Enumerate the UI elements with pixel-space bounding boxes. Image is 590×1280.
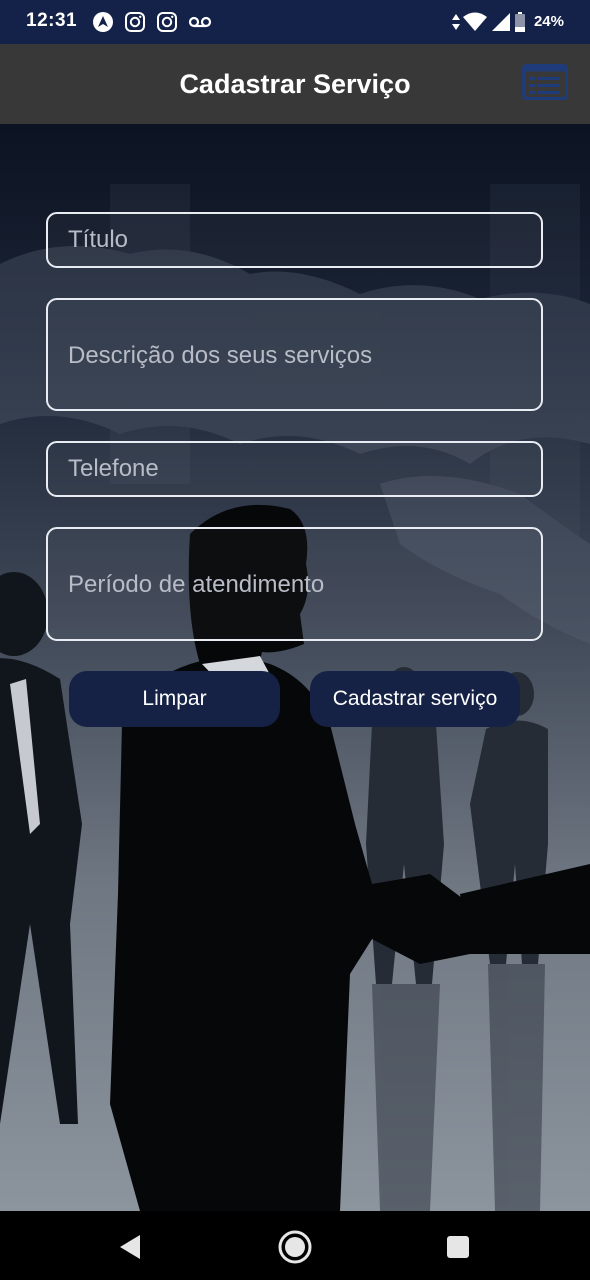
periodo-field[interactable]: [46, 527, 543, 641]
battery-percentage: 24%: [533, 13, 564, 30]
back-icon[interactable]: [110, 1227, 150, 1267]
submit-button[interactable]: Cadastrar serviço: [310, 671, 520, 727]
telefone-field[interactable]: [46, 441, 543, 497]
navigation-bar: [0, 1211, 590, 1280]
navigation-app-icon: [93, 12, 113, 32]
descricao-field[interactable]: [46, 298, 543, 411]
form-screen: Limpar Cadastrar serviço: [0, 124, 590, 1211]
recents-icon[interactable]: [438, 1227, 478, 1267]
instagram-icon: [125, 12, 145, 32]
voicemail-icon: [188, 16, 212, 28]
telefone-input[interactable]: [48, 443, 541, 495]
status-time: 12:31: [26, 10, 78, 31]
instagram-icon: [157, 12, 177, 32]
status-bar: 12:31 24%: [0, 0, 590, 44]
battery-icon: [515, 12, 525, 32]
data-arrows-icon: [452, 14, 460, 30]
home-icon[interactable]: [275, 1227, 315, 1267]
app-bar: Cadastrar Serviço: [0, 44, 590, 124]
list-menu-icon[interactable]: [522, 64, 568, 100]
periodo-input[interactable]: [48, 529, 541, 639]
titulo-input[interactable]: [48, 214, 541, 266]
page-title: Cadastrar Serviço: [179, 69, 411, 99]
descricao-input[interactable]: [48, 300, 541, 409]
titulo-field[interactable]: [46, 212, 543, 268]
signal-icon: [492, 13, 510, 31]
business-background-image: [0, 184, 590, 1211]
clear-button[interactable]: Limpar: [69, 671, 280, 727]
wifi-icon: [463, 12, 487, 31]
